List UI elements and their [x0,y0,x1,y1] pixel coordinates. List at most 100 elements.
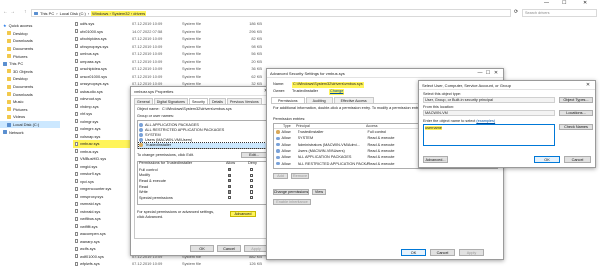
deny-checkbox [250,184,254,188]
locations-button[interactable]: Locations... [559,110,593,116]
view-button[interactable]: View [312,189,326,195]
ok-button[interactable]: OK [401,249,426,256]
sidebar-item[interactable]: Desktop [0,30,60,38]
ok-button[interactable]: OK [190,245,214,252]
file-name: vwifibus.sys [80,216,101,222]
name-value: C:\Windows\System32\drivers\vmbus.sys [292,82,364,88]
principal-icon [276,149,280,153]
breadcrumb-local-disk[interactable]: Local Disk (C:) [60,11,86,16]
system-file-icon [75,104,78,109]
file-row[interactable]: umpass.sys 07.12.2019 10:09 System file 20 … [73,58,283,66]
file-name: urssynopsys.sys [80,81,109,87]
sidebar-item-label: Desktop [13,76,28,82]
select-advanced-button[interactable]: Advanced... [423,156,448,163]
object-name-value: C:\Windows\System32\drivers\vmbus.sys [162,107,232,111]
sidebar-item[interactable]: Pictures [0,106,60,114]
change-permissions-button[interactable]: Change permissions [273,189,309,195]
group-name: ALL RESTRICTED APPLICATION PACKAGES [145,127,225,132]
enable-inheritance-button[interactable]: Enable inheritance [273,199,311,205]
breadcrumb-highlighted-path[interactable]: Windows › System32 › drivers [91,10,147,16]
sidebar-item[interactable]: Pictures [0,52,60,60]
address-bar[interactable]: This PC › Local Disk (C:) › Windows › Sy… [31,9,511,17]
maximize-icon[interactable]: ☐ [484,70,492,76]
object-name-input[interactable]: username [423,124,555,146]
advanced-button[interactable]: Advanced [230,211,256,217]
cancel-button[interactable]: Cancel [430,249,455,256]
file-size: 82 KB [251,36,262,42]
entry-access: Full control [367,130,387,135]
breadcrumb-this-pc[interactable]: This PC [40,11,54,16]
sidebar-item[interactable]: Local Disk (C:) [0,120,60,129]
file-type: System file [182,58,202,64]
file-name: vmbus.sys [80,148,99,154]
edit-button[interactable]: Edit... [241,152,267,158]
back-icon[interactable]: ← [3,9,8,15]
object-types-button[interactable]: Object Types... [559,97,593,103]
refresh-icon[interactable]: ⟳ [514,9,518,15]
check-names-button[interactable]: Check Names [559,124,593,130]
add-button[interactable]: Add [273,173,288,179]
deny-checkbox [250,190,254,194]
cancel-button[interactable]: Cancel [217,245,241,252]
select-ok-button[interactable]: OK [534,156,560,163]
sidebar-item[interactable]: Documents [0,83,60,91]
sidebar-item[interactable]: Documents [0,45,60,53]
forward-icon[interactable]: → [10,9,15,15]
minimize-button[interactable]: — [544,0,549,6]
file-type: System file [182,43,202,49]
file-name: vpci.sys [80,178,94,184]
minimize-icon[interactable]: — [476,70,484,76]
group-list-item[interactable]: TrustedInstaller [138,141,267,149]
close-icon[interactable]: ✕ [492,70,500,76]
close-icon[interactable]: ✕ [584,82,592,88]
file-row[interactable]: ufxchipidea.sys 07.12.2019 10:09 System fi… [73,35,283,43]
file-name: vmbusr.sys [80,141,100,147]
properties-titlebar: vmbusr.sys Properties ✕ [131,87,273,96]
principal-icon [276,155,280,160]
entry-access: Read & execute [367,142,395,147]
sidebar-item[interactable]: Desktop [0,75,60,83]
close-button[interactable]: ✕ [583,0,587,6]
column-header[interactable]: Type [274,124,296,128]
up-icon[interactable]: ↑ [24,9,27,15]
apply-button[interactable]: Apply [244,245,268,252]
principal-icon [276,136,280,141]
sidebar-item[interactable]: ★ Quick access [0,22,60,30]
system-file-icon [75,119,78,124]
permissions-for-label: Permissions for TrustedInstaller [139,161,193,165]
sidebar-item[interactable]: Music [0,98,60,106]
system-file-icon [75,59,78,64]
select-cancel-button[interactable]: Cancel [564,156,591,163]
advanced-hint: For special permissions or advanced sett… [137,210,215,219]
advanced-title: Advanced Security Settings for vmbus.sys [270,70,345,76]
file-size: 62 KB [251,73,262,79]
file-row[interactable]: udfs.sys 07.12.2019 10:09 System file 186 K… [73,20,283,28]
file-name: vwififlt.sys [80,223,98,229]
group-name: Users (MACWIN-VM\Users) [145,138,193,143]
file-row[interactable]: ufxsynopsys.sys 07.12.2019 10:09 System fi… [73,43,283,51]
maximize-button[interactable]: ☐ [562,0,566,6]
file-name: vmstorfl.sys [80,171,101,177]
file-row[interactable]: urscx01000.sys 07.12.2019 10:09 System fil… [73,73,283,81]
sidebar-item-label: Pictures [13,53,28,59]
column-header[interactable]: Access [366,124,421,128]
file-row[interactable]: ufx01000.sys 14.07.2022 07:58 System file 2… [73,28,283,36]
file-row[interactable]: urschipidea.sys 07.12.2019 10:09 System fi… [73,65,283,73]
change-owner-link[interactable]: Change [329,89,345,95]
file-row[interactable]: wfplwfs.sys 07.12.2019 10:09 System file 12… [73,260,283,268]
sidebar-item[interactable]: Videos [0,113,60,121]
column-header[interactable]: Principal [296,124,366,128]
search-placeholder: Search drivers [525,11,550,15]
search-input[interactable]: Search drivers [522,9,597,17]
file-date: 07.12.2019 10:09 [132,58,163,64]
file-row[interactable]: umbus.sys 07.12.2019 10:09 System file 56 K… [73,50,283,58]
remove-button[interactable]: Remove [291,173,309,179]
groups-list[interactable]: ALL APPLICATION PACKAGES ALL RESTRICTED A… [137,120,268,149]
sidebar-item[interactable]: 3D Objects [0,68,60,76]
sidebar-item[interactable]: Network [0,128,60,136]
apply-button[interactable]: Apply [459,249,484,256]
file-size: 36 KB [251,66,262,72]
sidebar-item[interactable]: Downloads [0,90,60,98]
sidebar-item[interactable]: Downloads [0,37,60,45]
sidebar-item[interactable]: This PC [0,60,60,68]
